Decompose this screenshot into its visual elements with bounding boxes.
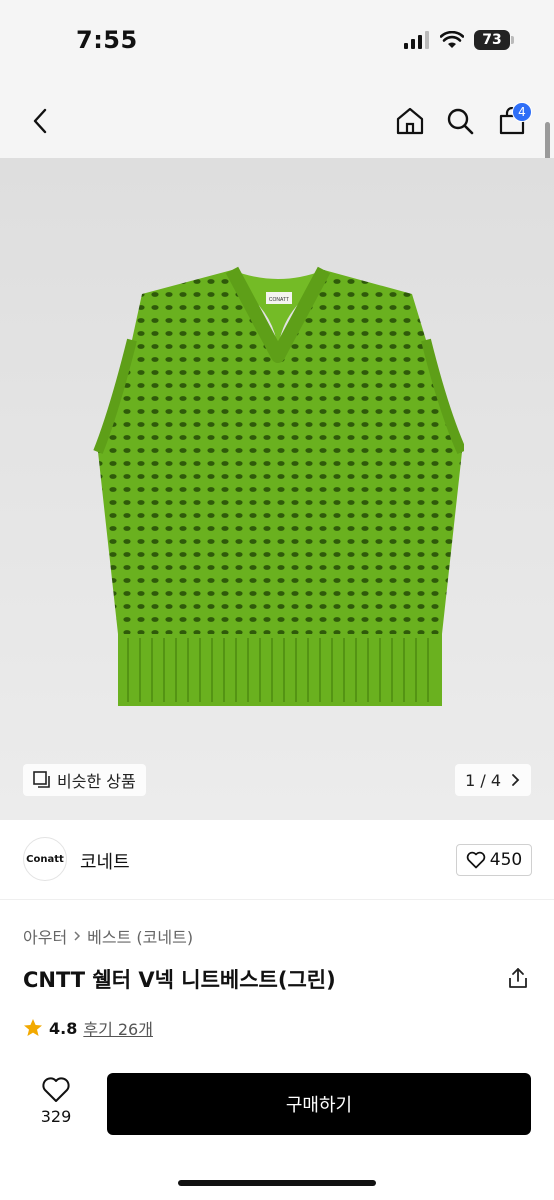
similar-products-button[interactable]: 비슷한 상품 — [23, 764, 146, 796]
brand-row: Conatt 코네트 450 — [0, 820, 554, 900]
chevron-right-icon — [512, 774, 520, 786]
wishlist-button[interactable]: 329 — [30, 1076, 82, 1126]
image-pagination[interactable]: 1 / 4 — [455, 764, 531, 796]
buy-button[interactable]: 구매하기 — [107, 1073, 531, 1135]
breadcrumb: 아우터 베스트 (코네트) — [23, 924, 193, 948]
rating-value: 4.8 — [49, 1018, 78, 1038]
search-button[interactable] — [438, 84, 482, 158]
battery-icon: 73 — [474, 30, 514, 50]
home-button[interactable] — [388, 84, 432, 158]
heart-icon — [466, 851, 486, 869]
cart-button[interactable]: 4 — [490, 84, 534, 158]
breadcrumb-category[interactable]: 아우터 — [23, 924, 67, 948]
product-title: CNTT 쉘터 V넥 니트베스트(그린) — [23, 968, 336, 992]
back-button[interactable] — [18, 84, 62, 158]
bottom-purchase-bar: 329 구매하기 — [0, 1062, 554, 1200]
brand-name[interactable]: 코네트 — [80, 848, 130, 874]
search-icon — [447, 108, 474, 135]
similar-products-label: 비슷한 상품 — [57, 772, 136, 791]
breadcrumb-subcategory[interactable]: 베스트 (코네트) — [87, 924, 193, 948]
brand-logo[interactable]: Conatt — [23, 837, 67, 881]
status-icons: 73 — [404, 30, 514, 50]
chevron-right-icon — [74, 931, 81, 941]
product-photo: CONATT — [93, 266, 464, 706]
star-icon — [24, 1019, 42, 1036]
chevron-left-icon — [33, 108, 47, 134]
brand-logo-text: Conatt — [26, 853, 64, 865]
cart-count-badge: 4 — [512, 102, 532, 122]
cellular-signal-icon — [404, 31, 429, 49]
home-indicator[interactable] — [178, 1180, 376, 1186]
pagination-text: 1 / 4 — [465, 770, 501, 790]
copy-icon — [33, 771, 50, 788]
wishlist-count: 329 — [40, 1107, 72, 1126]
status-time: 7:55 — [76, 26, 138, 54]
reviews-link[interactable]: 후기 26개 — [83, 1016, 153, 1040]
rating-row: 4.8 후기 26개 — [23, 1016, 153, 1040]
home-icon — [396, 107, 424, 135]
product-image-carousel[interactable]: CONATT 비슷한 상품 1 / 4 — [0, 158, 554, 820]
wifi-icon — [440, 31, 464, 48]
brand-like-button[interactable]: 450 — [456, 844, 532, 876]
garment-tag-text: CONATT — [269, 297, 289, 303]
share-icon — [509, 968, 527, 988]
share-button[interactable] — [506, 966, 530, 990]
status-bar: 7:55 73 — [0, 0, 554, 84]
brand-like-count: 450 — [489, 850, 523, 870]
battery-level: 73 — [482, 32, 502, 48]
nav-bar: 4 — [0, 84, 554, 158]
buy-button-label: 구매하기 — [285, 1095, 353, 1116]
heart-icon — [42, 1077, 70, 1102]
battery-tip — [511, 36, 514, 44]
